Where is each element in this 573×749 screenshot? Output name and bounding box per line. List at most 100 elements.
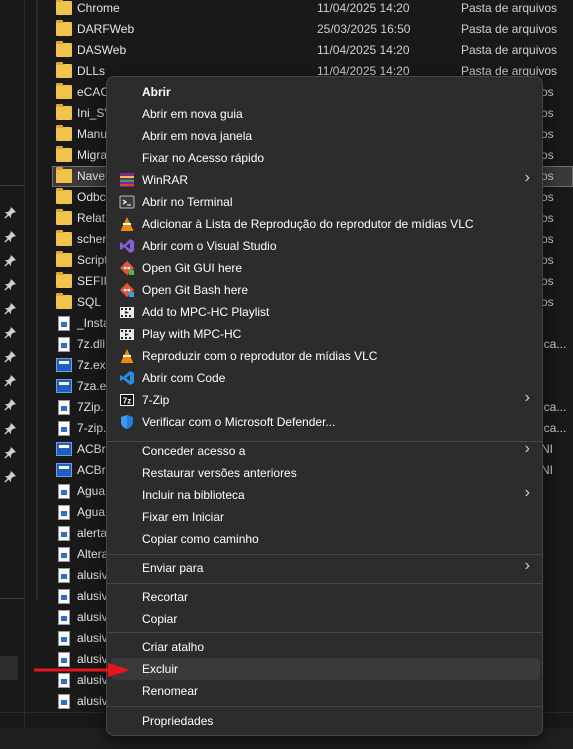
menu-item-label: Abrir em nova guia (142, 107, 243, 121)
exe-file-icon (56, 379, 72, 393)
file-name: Odbc (77, 190, 106, 204)
file-icon (58, 589, 70, 604)
menu-item-propriedades[interactable]: Propriedades (111, 710, 540, 732)
chevron-right-icon: › (524, 389, 530, 406)
file-name: DARFWeb (77, 22, 135, 36)
menu-item-label: Enviar para (142, 561, 204, 575)
winrar-icon (120, 173, 134, 187)
folder-icon (56, 230, 72, 246)
menu-item-conceder-acesso-a[interactable]: Conceder acesso a › (111, 440, 540, 462)
pin-icon[interactable] (3, 230, 17, 244)
file-name: SQL (77, 295, 102, 309)
file-name: DLLs (77, 64, 106, 78)
menu-item-abrir-no-terminal[interactable]: Abrir no Terminal (111, 191, 540, 213)
pin-icon[interactable] (3, 374, 17, 388)
file-icon (58, 484, 70, 499)
folder-icon (56, 209, 72, 225)
pane-divider[interactable] (24, 0, 25, 749)
file-name: 7Zip. (77, 400, 104, 414)
pin-icon[interactable] (3, 350, 17, 364)
menu-separator (107, 706, 542, 707)
menu-item-label: Copiar como caminho (142, 532, 259, 546)
pin-icon[interactable] (3, 470, 17, 484)
nav-divider (0, 185, 24, 186)
menu-item-7-zip[interactable]: 7z 7-Zip › (111, 389, 540, 411)
nav-divider (0, 598, 24, 599)
menu-item-abrir-em-nova-guia[interactable]: Abrir em nova guia (111, 103, 540, 125)
menu-item-label: Propriedades (142, 714, 214, 728)
menu-item-open-git-bash-here[interactable]: Open Git Bash here (111, 279, 540, 301)
pin-icon[interactable] (3, 206, 17, 220)
git-bash-icon (119, 282, 135, 298)
file-name: Chrome (77, 1, 120, 15)
menu-item-label: Copiar (142, 612, 178, 626)
dll-file-icon (58, 337, 70, 352)
folder-icon (56, 146, 72, 162)
menu-item-excluir[interactable]: Excluir (111, 658, 540, 680)
file-type: Pasta de arquivos (461, 43, 558, 57)
red-arrow-annotation (34, 663, 130, 677)
file-name: 7z.dll (77, 337, 106, 351)
folder-row[interactable]: DARFWeb 25/03/2025 16:50 Pasta de arquivos (52, 19, 573, 40)
menu-item-label: Adicionar à Lista de Reprodução do repro… (142, 217, 474, 231)
pin-icon[interactable] (3, 422, 17, 436)
menu-item-abrir[interactable]: Abrir (111, 81, 540, 103)
menu-item-label: Play with MPC-HC (142, 327, 242, 341)
menu-item-recortar[interactable]: Recortar (111, 586, 540, 608)
file-name: Manu (77, 127, 108, 141)
file-name: alusiv (77, 631, 108, 645)
file-name: alusiv (77, 610, 108, 624)
menu-item-label: Verificar com o Microsoft Defender... (142, 415, 336, 429)
pin-icon[interactable] (3, 446, 17, 460)
folder-icon (56, 0, 72, 15)
menu-item-play-with-mpc-hc[interactable]: Play with MPC-HC (111, 323, 540, 345)
nav-scrollbar[interactable] (36, 0, 38, 600)
menu-item-label: Fixar em Iniciar (142, 510, 225, 524)
pin-icon[interactable] (3, 302, 17, 316)
menu-item-label: Criar atalho (142, 640, 205, 654)
file-icon (58, 694, 70, 709)
menu-item-enviar-para[interactable]: Enviar para › (111, 557, 540, 579)
menu-separator (107, 583, 542, 584)
menu-item-renomear[interactable]: Renomear (111, 680, 540, 702)
svg-text:7z: 7z (123, 397, 131, 406)
pin-icon[interactable] (3, 398, 17, 412)
menu-item-add-to-mpc-hc-playlist[interactable]: Add to MPC-HC Playlist (111, 301, 540, 323)
pin-icon[interactable] (3, 278, 17, 292)
file-type: ica... (541, 421, 567, 435)
pin-icon[interactable] (3, 326, 17, 340)
menu-item-label: Abrir (142, 85, 171, 99)
pin-icon[interactable] (3, 254, 17, 268)
menu-item-abrir-com-code[interactable]: Abrir com Code (111, 367, 540, 389)
file-type: Pasta de arquivos (461, 22, 558, 36)
menu-item-verificar-com-o-microsoft-defender[interactable]: Verificar com o Microsoft Defender... (111, 411, 540, 433)
menu-item-restaurar-versoes-anteriores[interactable]: Restaurar versões anteriores (111, 462, 540, 484)
menu-item-copiar[interactable]: Copiar (111, 608, 540, 630)
menu-item-winrar[interactable]: WinRAR › (111, 169, 540, 191)
folder-row[interactable]: Chrome 11/04/2025 14:20 Pasta de arquivos (52, 0, 573, 19)
menu-item-reproduzir-com-o-reprodutor-de-midias-vlc[interactable]: Reproduzir com o reprodutor de mídias VL… (111, 345, 540, 367)
menu-item-label: Open Git Bash here (142, 283, 249, 297)
exe-file-icon (56, 442, 72, 456)
menu-item-incluir-na-biblioteca[interactable]: Incluir na biblioteca › (111, 484, 540, 506)
menu-item-open-git-gui-here[interactable]: Open Git GUI here (111, 257, 540, 279)
nav-selected-item[interactable] (0, 656, 18, 680)
menu-item-fixar-no-acesso-rapido[interactable]: Fixar no Acesso rápido (111, 147, 540, 169)
menu-item-fixar-em-iniciar[interactable]: Fixar em Iniciar (111, 506, 540, 528)
menu-item-criar-atalho[interactable]: Criar atalho (111, 636, 540, 658)
folder-icon (56, 125, 72, 141)
file-name: Migra (77, 148, 108, 162)
folder-icon (56, 251, 72, 267)
file-name: Script (77, 253, 108, 267)
gear-file-icon (58, 547, 70, 562)
folder-row[interactable]: DASWeb 11/04/2025 14:20 Pasta de arquivos (52, 40, 573, 61)
folder-icon (56, 188, 72, 204)
menu-item-label: Restaurar versões anteriores (142, 466, 297, 480)
menu-separator (107, 632, 542, 633)
menu-item-abrir-em-nova-janela[interactable]: Abrir em nova janela (111, 125, 540, 147)
menu-item-copiar-como-caminho[interactable]: Copiar como caminho (111, 528, 540, 550)
menu-item-abrir-com-o-visual-studio[interactable]: Abrir com o Visual Studio (111, 235, 540, 257)
exe-file-icon (56, 358, 72, 372)
file-name: scher (77, 232, 107, 246)
menu-item-adicionar-a-lista-de-reproducao-do-reprodutor-de-midias-vlc[interactable]: Adicionar à Lista de Reprodução do repro… (111, 213, 540, 235)
